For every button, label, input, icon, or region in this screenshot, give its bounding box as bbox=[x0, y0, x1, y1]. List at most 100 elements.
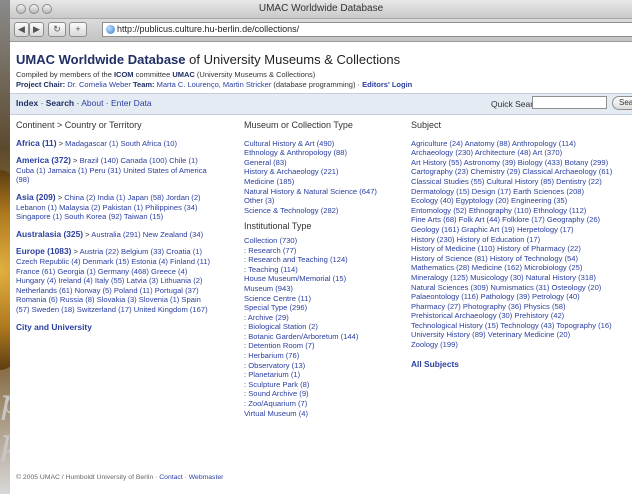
nav-bar: Index · Search · About · Enter Data Quic… bbox=[10, 93, 632, 115]
subject-line[interactable]: Fine Arts (68) Folk Art (44) Folklore (1… bbox=[411, 215, 632, 225]
compiled-prefix: Compiled by members of the bbox=[16, 70, 114, 79]
subject-column: Subject Agriculture (24) Anatomy (88) An… bbox=[411, 120, 632, 370]
institutional-item[interactable]: House Museum/Memorial (15) bbox=[244, 274, 404, 284]
quick-search-input[interactable] bbox=[532, 96, 607, 109]
region-link[interactable]: America (372) bbox=[16, 155, 71, 165]
city-and-university-link[interactable]: City and University bbox=[16, 322, 216, 333]
footer-webmaster-link[interactable]: Webmaster bbox=[189, 474, 224, 481]
institutional-item[interactable]: Collection (730) bbox=[244, 236, 404, 246]
museum-type-item[interactable]: General (83) bbox=[244, 158, 404, 168]
region-arrow: > bbox=[70, 156, 80, 166]
institutional-item[interactable]: : Zoo/Aquarium (7) bbox=[244, 399, 404, 409]
compiled-by-line: Compiled by members of the ICOM committe… bbox=[16, 70, 315, 79]
museum-type-item[interactable]: Medicine (185) bbox=[244, 177, 404, 187]
continent-heading: Continent > Country or Territory bbox=[16, 120, 142, 130]
subject-line[interactable]: Mathematics (28) Medicine (162) Microbio… bbox=[411, 263, 632, 273]
nav-about[interactable]: About bbox=[81, 98, 103, 108]
subject-line[interactable]: Agriculture (24) Anatomy (88) Anthropolo… bbox=[411, 139, 632, 149]
back-arrow-icon: ◀ bbox=[18, 24, 25, 34]
region-link[interactable]: Asia (209) bbox=[16, 192, 56, 202]
subject-line[interactable]: Dermatology (15) Design (17) Earth Scien… bbox=[411, 187, 632, 197]
institutional-item[interactable]: : Detention Room (7) bbox=[244, 341, 404, 351]
team-note: (database programming) · bbox=[271, 80, 363, 89]
browser-window: UMAC Worldwide Database ◀ ▶ ↻ + http://p… bbox=[10, 0, 632, 494]
umac-label: UMAC bbox=[172, 70, 195, 79]
subject-line[interactable]: Entomology (52) Ethnography (110) Ethnol… bbox=[411, 206, 632, 216]
subject-heading: Subject bbox=[411, 120, 442, 130]
institutional-item[interactable]: : Research (77) bbox=[244, 246, 404, 256]
subject-line[interactable]: History of Science (81) History of Techn… bbox=[411, 254, 632, 264]
footer-contact-link[interactable]: Contact bbox=[159, 474, 182, 481]
nav-sep: · bbox=[103, 98, 111, 108]
address-bar[interactable]: http://publicus.culture.hu-berlin.de/col… bbox=[102, 22, 632, 37]
museum-type-item[interactable]: Natural History & Natural Science (647) bbox=[244, 187, 404, 197]
museum-type-item[interactable]: Ethnology & Anthropology (88) bbox=[244, 148, 404, 158]
museum-type-item[interactable]: Other (3) bbox=[244, 196, 404, 206]
page-footer: © 2005 UMAC / Humboldt University of Ber… bbox=[16, 474, 223, 481]
continent-column: Continent > Country or Territory Africa … bbox=[16, 120, 216, 333]
country-links[interactable]: Austria (22) Belgium (33) Croatia (1) Cz… bbox=[16, 247, 210, 314]
subject-line[interactable]: Pharmacy (27) Photography (36) Physics (… bbox=[411, 302, 632, 312]
main-nav: Index · Search · About · Enter Data bbox=[16, 98, 152, 108]
institutional-item[interactable]: : Teaching (114) bbox=[244, 265, 404, 275]
institutional-item[interactable]: : Planetarium (1) bbox=[244, 370, 404, 380]
institutional-item[interactable]: : Sculpture Park (8) bbox=[244, 380, 404, 390]
region-arrow: > bbox=[55, 192, 65, 202]
institutional-item[interactable]: : Botanic Garden/Arboretum (144) bbox=[244, 332, 404, 342]
institutional-item[interactable]: Museum (943) bbox=[244, 284, 404, 294]
project-chair-link[interactable]: Dr. Cornelia Weber bbox=[65, 80, 133, 89]
institutional-item[interactable]: : Archive (29) bbox=[244, 313, 404, 323]
back-button[interactable]: ◀ bbox=[14, 22, 29, 37]
editors-login-link[interactable]: Editors' Login bbox=[362, 80, 412, 89]
nav-search[interactable]: Search bbox=[46, 98, 74, 108]
region-link[interactable]: Africa (11) bbox=[16, 138, 57, 148]
subject-line[interactable]: Ecology (40) Egyptology (20) Engineering… bbox=[411, 196, 632, 206]
compiled-mid: committee bbox=[133, 70, 173, 79]
region-link[interactable]: Australasia (325) bbox=[16, 229, 83, 239]
region-group-africa: Africa (11) > Madagascar (1) South Afric… bbox=[16, 138, 216, 149]
institutional-item[interactable]: Science Centre (11) bbox=[244, 294, 404, 304]
add-bookmark-button[interactable]: + bbox=[69, 22, 87, 37]
nav-sep: · bbox=[38, 98, 46, 108]
subject-line[interactable]: Geology (161) Graphic Art (19) Herpetolo… bbox=[411, 225, 632, 235]
subject-line[interactable]: History of Medicine (110) History of Pha… bbox=[411, 244, 632, 254]
institutional-item[interactable]: : Sound Archive (9) bbox=[244, 389, 404, 399]
reload-icon: ↻ bbox=[53, 24, 61, 34]
country-links[interactable]: Madagascar (1) South Africa (10) bbox=[65, 139, 177, 148]
nav-enter-data[interactable]: Enter Data bbox=[111, 98, 152, 108]
subject-line[interactable]: Technological History (15) Technology (4… bbox=[411, 321, 632, 331]
institutional-item[interactable]: Special Type (296) bbox=[244, 303, 404, 313]
region-link[interactable]: Europe (1083) bbox=[16, 246, 71, 257]
country-links[interactable]: Australia (291) New Zealand (34) bbox=[91, 230, 203, 239]
page-title-bold: UMAC Worldwide Database bbox=[16, 52, 186, 67]
institutional-item[interactable]: : Research and Teaching (124) bbox=[244, 255, 404, 265]
museum-type-item[interactable]: History & Archaeology (221) bbox=[244, 167, 404, 177]
quick-search-button[interactable]: Search bbox=[612, 96, 632, 110]
subject-line[interactable]: Archaeology (230) Architecture (48) Art … bbox=[411, 148, 632, 158]
subject-line[interactable]: Prehistorical Archaeology (30) Prehistor… bbox=[411, 311, 632, 321]
institutional-item[interactable]: : Herbarium (76) bbox=[244, 351, 404, 361]
globe-icon bbox=[106, 25, 115, 34]
page-content: UMAC Worldwide Database of University Mu… bbox=[10, 41, 632, 494]
institutional-item[interactable]: Virtual Museum (4) bbox=[244, 409, 404, 419]
subject-line[interactable]: Cartography (23) Chemistry (29) Classica… bbox=[411, 167, 632, 177]
subject-line[interactable]: Zoology (199) bbox=[411, 340, 632, 350]
subject-line[interactable]: Art History (55) Astronomy (39) Biology … bbox=[411, 158, 632, 168]
region-arrow: > bbox=[56, 138, 66, 148]
forward-button[interactable]: ▶ bbox=[29, 22, 44, 37]
museum-type-item[interactable]: Cultural History & Art (490) bbox=[244, 139, 404, 149]
subject-line[interactable]: Mineralogy (125) Musicology (30) Natural… bbox=[411, 273, 632, 283]
reload-button[interactable]: ↻ bbox=[48, 22, 66, 37]
subject-line[interactable]: Classical Studies (55) Cultural History … bbox=[411, 177, 632, 187]
subject-line[interactable]: History (230) History of Education (17) bbox=[411, 235, 632, 245]
team-link[interactable]: Marta C. Lourenço, Martin Stricker bbox=[155, 80, 272, 89]
nav-index[interactable]: Index bbox=[16, 98, 38, 108]
museum-type-item[interactable]: Science & Technology (282) bbox=[244, 206, 404, 216]
subject-line[interactable]: Natural Sciences (309) Numismatics (31) … bbox=[411, 283, 632, 293]
institutional-item[interactable]: : Biological Station (2) bbox=[244, 322, 404, 332]
institutional-item[interactable]: : Observatory (13) bbox=[244, 361, 404, 371]
subject-line[interactable]: University History (89) Veterinary Medic… bbox=[411, 330, 632, 340]
subject-line[interactable]: Palaeontology (116) Pathology (39) Petro… bbox=[411, 292, 632, 302]
all-subjects-link[interactable]: All Subjects bbox=[411, 359, 632, 370]
region-group-australasia: Australasia (325) > Australia (291) New … bbox=[16, 229, 216, 240]
